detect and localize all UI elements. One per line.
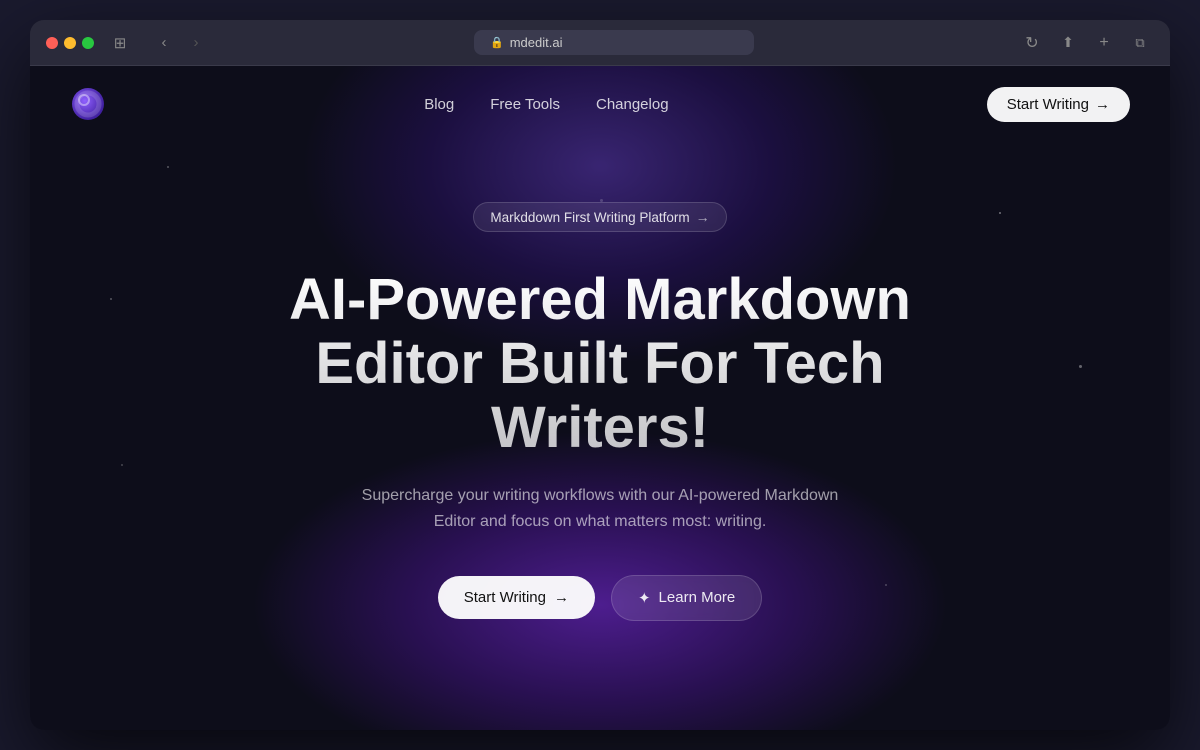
start-writing-arrow: → (554, 589, 569, 606)
reload-button[interactable]: ↻ (1018, 32, 1046, 54)
hero-subtitle: Supercharge your writing workflows with … (350, 483, 850, 534)
browser-chrome: ⊞ ‹ › 🔒 mdedit.ai ↻ ⬆ + ⧉ (30, 20, 1170, 66)
sidebar-toggle-button[interactable]: ⊞ (106, 32, 134, 54)
navigation: Blog Free Tools Changelog Start Writing … (30, 66, 1170, 142)
hero-title: AI-Powered Markdown Editor Built For Tec… (250, 268, 950, 459)
address-bar-wrapper: 🔒 mdedit.ai (222, 30, 1006, 55)
share-button[interactable]: ⬆ (1054, 32, 1082, 54)
learn-more-button[interactable]: ✦ Learn More (611, 575, 762, 621)
close-button[interactable] (46, 37, 58, 49)
address-bar[interactable]: 🔒 mdedit.ai (474, 30, 754, 55)
nav-links: Blog Free Tools Changelog (424, 96, 668, 113)
nav-cta-label: Start Writing (1007, 96, 1089, 113)
logo[interactable] (70, 86, 106, 122)
new-tab-button[interactable]: + (1090, 32, 1118, 54)
hero-buttons: Start Writing → ✦ Learn More (70, 575, 1130, 621)
hero-title-line2: Editor Built For Tech Writers! (315, 331, 884, 460)
url-text: mdedit.ai (510, 35, 563, 50)
minimize-button[interactable] (64, 37, 76, 49)
nav-changelog-link[interactable]: Changelog (596, 96, 669, 113)
tab-overview-button[interactable]: ⧉ (1126, 32, 1154, 54)
sidebar-icon: ⊞ (114, 34, 127, 52)
logo-icon (70, 86, 106, 122)
browser-actions: ↻ ⬆ + ⧉ (1018, 32, 1154, 54)
lock-icon: 🔒 (490, 36, 504, 49)
page-content: Blog Free Tools Changelog Start Writing … (30, 66, 1170, 730)
forward-button[interactable]: › (182, 32, 210, 54)
badge-arrow-icon: → (696, 209, 710, 225)
nav-blog-link[interactable]: Blog (424, 96, 454, 113)
browser-controls: ‹ › (150, 32, 210, 54)
start-writing-label: Start Writing (464, 589, 546, 606)
hero-title-line1: AI-Powered Markdown (289, 267, 911, 332)
start-writing-button[interactable]: Start Writing → (438, 576, 595, 619)
back-button[interactable]: ‹ (150, 32, 178, 54)
traffic-lights (46, 37, 94, 49)
maximize-button[interactable] (82, 37, 94, 49)
hero-badge[interactable]: Markddown First Writing Platform → (473, 202, 726, 232)
sparkle-icon: ✦ (638, 589, 651, 607)
browser-window: ⊞ ‹ › 🔒 mdedit.ai ↻ ⬆ + ⧉ (30, 20, 1170, 730)
nav-start-writing-button[interactable]: Start Writing → (987, 87, 1130, 122)
hero-section: Markddown First Writing Platform → AI-Po… (30, 142, 1170, 661)
nav-cta-arrow: → (1095, 96, 1110, 113)
learn-more-label: Learn More (659, 589, 736, 606)
nav-free-tools-link[interactable]: Free Tools (490, 96, 560, 113)
hero-badge-text: Markddown First Writing Platform (490, 210, 689, 225)
